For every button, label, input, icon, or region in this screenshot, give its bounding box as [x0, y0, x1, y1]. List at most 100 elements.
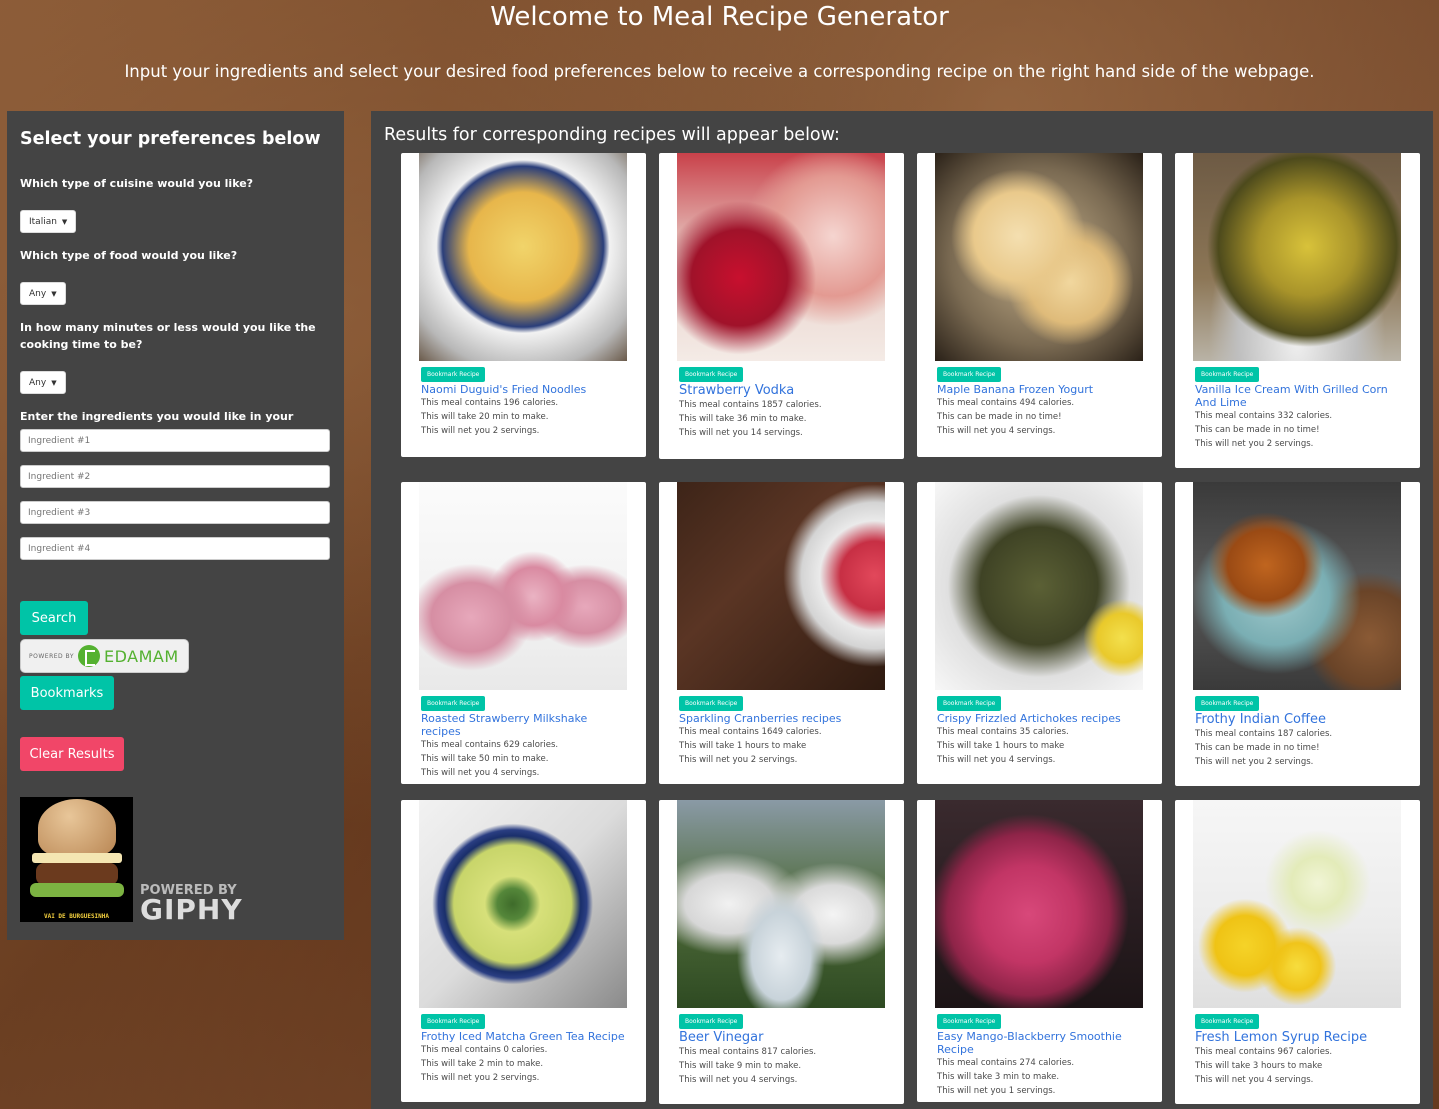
chevron-down-icon: ▼	[51, 289, 57, 298]
recipe-time: This will take 1 hours to make	[937, 741, 1065, 751]
ingredient-input-1[interactable]	[20, 429, 330, 452]
cuisine-select-value: Italian	[29, 216, 57, 227]
recipe-calories: This meal contains 187 calories.	[1195, 729, 1333, 739]
search-button[interactable]: Search	[20, 601, 88, 635]
results-heading: Results for corresponding recipes will a…	[384, 125, 840, 145]
clear-results-button[interactable]: Clear Results	[20, 737, 124, 771]
cuisine-label: Which type of cuisine would you like?	[20, 177, 254, 190]
bookmark-recipe-button[interactable]: Bookmark Recipe	[1195, 696, 1260, 711]
bookmark-recipe-button[interactable]: Bookmark Recipe	[679, 1014, 744, 1029]
recipe-card: Bookmark Recipe Easy Mango-Blackberry Sm…	[917, 800, 1162, 1102]
edamam-logo-icon	[78, 645, 101, 667]
recipe-image[interactable]	[1193, 482, 1401, 690]
recipe-calories: This meal contains 494 calories.	[937, 398, 1075, 408]
recipe-card: Bookmark Recipe Fresh Lemon Syrup Recipe…	[1175, 800, 1420, 1104]
recipe-title-link[interactable]: Frothy Iced Matcha Green Tea Recipe	[421, 1030, 628, 1043]
bookmark-recipe-button[interactable]: Bookmark Recipe	[1195, 1014, 1260, 1029]
recipe-time: This will take 9 min to make.	[679, 1061, 802, 1071]
recipe-calories: This meal contains 1857 calories.	[679, 400, 822, 410]
recipe-image[interactable]	[935, 800, 1143, 1008]
recipe-image[interactable]	[935, 482, 1143, 690]
bookmark-recipe-button[interactable]: Bookmark Recipe	[421, 367, 486, 382]
recipe-time: This will take 50 min to make.	[421, 754, 549, 764]
recipe-servings: This will net you 2 servings.	[1195, 439, 1314, 449]
recipe-card: Bookmark Recipe Frothy Indian Coffee Thi…	[1175, 482, 1420, 786]
page-title: Welcome to Meal Recipe Generator	[490, 2, 949, 32]
chevron-down-icon: ▼	[61, 217, 68, 226]
recipe-card: Bookmark Recipe Vanilla Ice Cream With G…	[1175, 153, 1420, 468]
preferences-heading: Select your preferences below	[20, 129, 321, 149]
recipe-title-link[interactable]: Vanilla Ice Cream With Grilled Corn And …	[1195, 383, 1402, 409]
recipe-servings: This will net you 2 servings.	[421, 426, 540, 436]
recipe-time: This can be made in no time!	[1195, 425, 1320, 435]
bookmark-recipe-button[interactable]: Bookmark Recipe	[679, 696, 744, 711]
recipe-servings: This will net you 2 servings.	[421, 1073, 540, 1083]
bookmark-recipe-button[interactable]: Bookmark Recipe	[937, 696, 1002, 711]
recipe-servings: This will net you 4 servings.	[421, 768, 540, 778]
recipe-time: This will take 20 min to make.	[421, 412, 549, 422]
recipe-time: This will take 3 hours to make	[1195, 1061, 1323, 1071]
recipe-title-link[interactable]: Sparkling Cranberries recipes	[679, 712, 886, 725]
recipe-title-link[interactable]: Fresh Lemon Syrup Recipe	[1195, 1030, 1402, 1045]
recipe-image[interactable]	[935, 153, 1143, 361]
recipe-time: This will take 1 hours to make	[679, 741, 807, 751]
ingredient-input-2[interactable]	[20, 465, 330, 488]
edamam-badge[interactable]: POWERED BY EDAMAM	[20, 639, 189, 673]
recipe-image[interactable]	[677, 800, 885, 1008]
chevron-down-icon: ▼	[51, 378, 57, 387]
recipe-title-link[interactable]: Naomi Duguid's Fried Noodles	[421, 383, 628, 396]
recipe-title-link[interactable]: Crispy Frizzled Artichokes recipes	[937, 712, 1144, 725]
recipe-calories: This meal contains 196 calories.	[421, 398, 559, 408]
bookmark-recipe-button[interactable]: Bookmark Recipe	[937, 1014, 1002, 1029]
recipe-calories: This meal contains 629 calories.	[421, 740, 559, 750]
recipe-title-link[interactable]: Frothy Indian Coffee	[1195, 712, 1402, 727]
recipe-card: Bookmark Recipe Beer Vinegar This meal c…	[659, 800, 904, 1104]
recipe-card: Bookmark Recipe Maple Banana Frozen Yogu…	[917, 153, 1162, 457]
recipe-title-link[interactable]: Roasted Strawberry Milkshake recipes	[421, 712, 628, 738]
giphy-logo: GIPHY	[140, 893, 243, 926]
cooking-time-select[interactable]: Any ▼	[20, 371, 66, 394]
ingredient-input-3[interactable]	[20, 501, 330, 524]
recipe-title-link[interactable]: Strawberry Vodka	[679, 383, 886, 398]
bookmark-recipe-button[interactable]: Bookmark Recipe	[1195, 367, 1260, 382]
recipe-image[interactable]	[1193, 153, 1401, 361]
recipe-time: This can be made in no time!	[1195, 743, 1320, 753]
recipe-calories: This meal contains 35 calories.	[937, 727, 1069, 737]
recipe-servings: This will net you 2 servings.	[679, 755, 798, 765]
preferences-panel: Select your preferences below Which type…	[7, 111, 344, 940]
bookmark-recipe-button[interactable]: Bookmark Recipe	[679, 367, 744, 382]
burger-gif: VAI DE BURGUESINHA	[20, 797, 133, 922]
recipe-title-link[interactable]: Easy Mango-Blackberry Smoothie Recipe	[937, 1030, 1144, 1056]
recipe-servings: This will net you 14 servings.	[679, 428, 803, 438]
cooking-time-select-value: Any	[29, 377, 47, 388]
recipe-image[interactable]	[677, 153, 885, 361]
recipe-calories: This meal contains 817 calories.	[679, 1047, 817, 1057]
bookmark-recipe-button[interactable]: Bookmark Recipe	[421, 696, 486, 711]
recipe-calories: This meal contains 274 calories.	[937, 1058, 1075, 1068]
recipe-image[interactable]	[419, 482, 627, 690]
recipe-title-link[interactable]: Beer Vinegar	[679, 1030, 886, 1045]
page-subtitle: Input your ingredients and select your d…	[124, 62, 1315, 81]
cooking-time-label: In how many minutes or less would you li…	[20, 321, 316, 351]
recipe-image[interactable]	[1193, 800, 1401, 1008]
bookmarks-button[interactable]: Bookmarks	[20, 676, 114, 710]
recipe-card: Bookmark Recipe Crispy Frizzled Artichok…	[917, 482, 1162, 784]
results-panel: Results for corresponding recipes will a…	[371, 111, 1433, 1109]
recipe-calories: This meal contains 0 calories.	[421, 1045, 548, 1055]
recipe-card: Bookmark Recipe Sparkling Cranberries re…	[659, 482, 904, 784]
bookmark-recipe-button[interactable]: Bookmark Recipe	[421, 1014, 486, 1029]
recipe-servings: This will net you 1 servings.	[937, 1086, 1056, 1096]
recipe-servings: This will net you 4 servings.	[937, 426, 1056, 436]
bookmark-recipe-button[interactable]: Bookmark Recipe	[937, 367, 1002, 382]
cuisine-select[interactable]: Italian ▼	[20, 210, 77, 233]
gif-caption: VAI DE BURGUESINHA	[43, 913, 110, 920]
recipe-image[interactable]	[419, 800, 627, 1008]
food-type-select[interactable]: Any ▼	[20, 282, 66, 305]
ingredient-input-4[interactable]	[20, 537, 330, 560]
recipe-servings: This will net you 2 servings.	[1195, 757, 1314, 767]
recipe-time: This can be made in no time!	[937, 412, 1062, 422]
recipe-title-link[interactable]: Maple Banana Frozen Yogurt	[937, 383, 1144, 396]
recipe-image[interactable]	[677, 482, 885, 690]
recipe-calories: This meal contains 332 calories.	[1195, 411, 1333, 421]
recipe-image[interactable]	[419, 153, 627, 361]
